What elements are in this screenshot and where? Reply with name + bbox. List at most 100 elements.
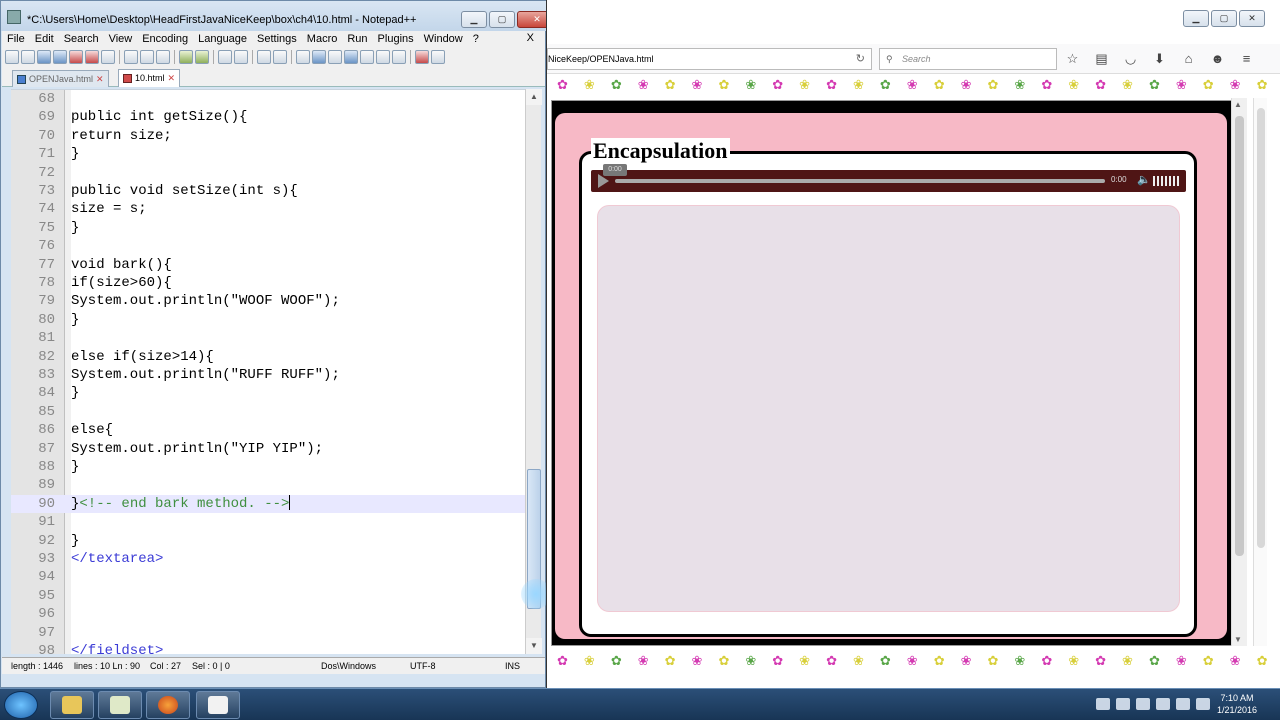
code-line[interactable]: 87 System.out.println("YIP YIP");	[11, 440, 525, 458]
stop-macro-icon[interactable]	[431, 50, 445, 64]
play-icon[interactable]	[598, 174, 609, 188]
search-input[interactable]: ⚲ Search	[879, 48, 1057, 70]
code-line[interactable]: 82 else if(size>14){	[11, 348, 525, 366]
new-file-icon[interactable]	[5, 50, 19, 64]
network-icon[interactable]	[1176, 698, 1190, 710]
code-line[interactable]: 97	[11, 624, 525, 642]
audio-player[interactable]: 0:00 0:00 🔈	[591, 164, 1186, 192]
menu-encoding[interactable]: Encoding	[137, 33, 193, 45]
tab-close-icon[interactable]: ✕	[168, 71, 176, 86]
tray-icon[interactable]	[1136, 698, 1150, 710]
undo-icon[interactable]	[179, 50, 193, 64]
taskbar-notepadpp[interactable]	[98, 691, 142, 719]
save-all-icon[interactable]	[53, 50, 67, 64]
folder-workspace-icon[interactable]	[392, 50, 406, 64]
star-icon[interactable]: ☆	[1063, 51, 1082, 67]
save-icon[interactable]	[37, 50, 51, 64]
code-line[interactable]: 73 public void setSize(int s){	[11, 182, 525, 200]
function-list-icon[interactable]	[376, 50, 390, 64]
url-bar[interactable]: NiceKeep/OPENJava.html ↻	[547, 48, 872, 70]
close-file-icon[interactable]	[69, 50, 83, 64]
code-line[interactable]: 71}	[11, 145, 525, 163]
audio-seek-bar[interactable]	[615, 179, 1105, 183]
tray-icon[interactable]	[1116, 698, 1130, 710]
start-button[interactable]	[4, 691, 38, 719]
open-file-icon[interactable]	[21, 50, 35, 64]
code-line[interactable]: 91	[11, 513, 525, 531]
browser-title-bar[interactable]: ▁ ▢ ✕	[547, 0, 1280, 44]
code-line[interactable]: 81	[11, 329, 525, 347]
tab-close-icon[interactable]: ✕	[96, 72, 104, 87]
code-line[interactable]: 68	[11, 90, 525, 108]
scroll-up-arrow-icon[interactable]: ▲	[526, 89, 542, 105]
replace-icon[interactable]	[234, 50, 248, 64]
code-line[interactable]: 86 else{	[11, 421, 525, 439]
page-scroll-thumb[interactable]	[1257, 108, 1265, 548]
sync-scroll-icon[interactable]	[296, 50, 310, 64]
show-all-chars-icon[interactable]	[328, 50, 342, 64]
tab-10-html[interactable]: 10.html ✕	[118, 69, 181, 87]
taskbar-clock[interactable]: 7:10 AM 1/21/2016	[1212, 692, 1262, 716]
doc-map-icon[interactable]	[360, 50, 374, 64]
code-line[interactable]: 90}<!-- end bark method. -->	[11, 494, 525, 513]
code-line[interactable]: 85	[11, 403, 525, 421]
copy-icon[interactable]	[140, 50, 154, 64]
volume-icon[interactable]: 🔈	[1137, 173, 1151, 186]
maximize-button[interactable]: ▢	[489, 11, 515, 28]
code-line[interactable]: 69 public int getSize(){	[11, 108, 525, 126]
menu-run[interactable]: Run	[342, 33, 372, 45]
zoom-out-icon[interactable]	[273, 50, 287, 64]
code-line[interactable]: 79 System.out.println("WOOF WOOF");	[11, 292, 525, 310]
menu-macro[interactable]: Macro	[302, 33, 343, 45]
menu-language[interactable]: Language	[193, 33, 252, 45]
tray-icon[interactable]	[1156, 698, 1170, 710]
pocket-icon[interactable]: ◡	[1121, 51, 1140, 67]
redo-icon[interactable]	[195, 50, 209, 64]
clipboard-icon[interactable]: ▤	[1092, 51, 1111, 67]
code-line[interactable]: 83 System.out.println("RUFF RUFF");	[11, 366, 525, 384]
word-wrap-icon[interactable]	[312, 50, 326, 64]
menu-close-doc[interactable]: X	[522, 32, 539, 44]
reload-icon[interactable]: ↻	[856, 49, 865, 69]
code-textarea[interactable]	[597, 205, 1180, 612]
inner-scroll-down-icon[interactable]: ▼	[1234, 635, 1242, 644]
menu-file[interactable]: File	[2, 33, 30, 45]
record-macro-icon[interactable]	[415, 50, 429, 64]
code-line[interactable]: 89	[11, 476, 525, 494]
inner-scroll-thumb[interactable]	[1235, 116, 1244, 556]
npp-title-bar[interactable]: *C:\Users\Home\Desktop\HeadFirstJavaNice…	[1, 1, 557, 31]
editor-vertical-scrollbar[interactable]: ▲ ▼	[525, 89, 542, 654]
menu-plugins[interactable]: Plugins	[373, 33, 419, 45]
inner-scrollbar[interactable]: ▲ ▼	[1231, 98, 1247, 646]
code-editor[interactable]: 68 69 public int getSize(){70 return size; 7…	[11, 89, 525, 654]
browser-close-button[interactable]: ✕	[1239, 10, 1265, 27]
close-all-icon[interactable]	[85, 50, 99, 64]
taskbar-firefox[interactable]	[146, 691, 190, 719]
menu-view[interactable]: View	[104, 33, 138, 45]
code-line[interactable]: 96	[11, 605, 525, 623]
find-icon[interactable]	[218, 50, 232, 64]
minimize-button[interactable]: ▁	[461, 11, 487, 28]
tab-openjava[interactable]: OPENJava.html ✕	[12, 70, 109, 87]
paste-icon[interactable]	[156, 50, 170, 64]
code-line[interactable]: 77 void bark(){	[11, 256, 525, 274]
code-line[interactable]: 76	[11, 237, 525, 255]
code-line[interactable]: 92}	[11, 532, 525, 550]
browser-maximize-button[interactable]: ▢	[1211, 10, 1237, 27]
menu-help[interactable]: ?	[468, 33, 484, 45]
page-scrollbar[interactable]	[1253, 98, 1267, 646]
menu-edit[interactable]: Edit	[30, 33, 59, 45]
print-icon[interactable]	[101, 50, 115, 64]
code-line[interactable]: 74 size = s;	[11, 200, 525, 218]
code-line[interactable]: 94	[11, 568, 525, 586]
code-line[interactable]: 98 </fieldset>	[11, 642, 525, 654]
indent-guide-icon[interactable]	[344, 50, 358, 64]
menu-settings[interactable]: Settings	[252, 33, 302, 45]
tray-icon[interactable]	[1096, 698, 1110, 710]
browser-minimize-button[interactable]: ▁	[1183, 10, 1209, 27]
menu-window[interactable]: Window	[419, 33, 468, 45]
menu-icon[interactable]: ≡	[1237, 51, 1256, 67]
code-line[interactable]: 72	[11, 164, 525, 182]
zoom-in-icon[interactable]	[257, 50, 271, 64]
chat-icon[interactable]: ☻	[1208, 51, 1227, 67]
